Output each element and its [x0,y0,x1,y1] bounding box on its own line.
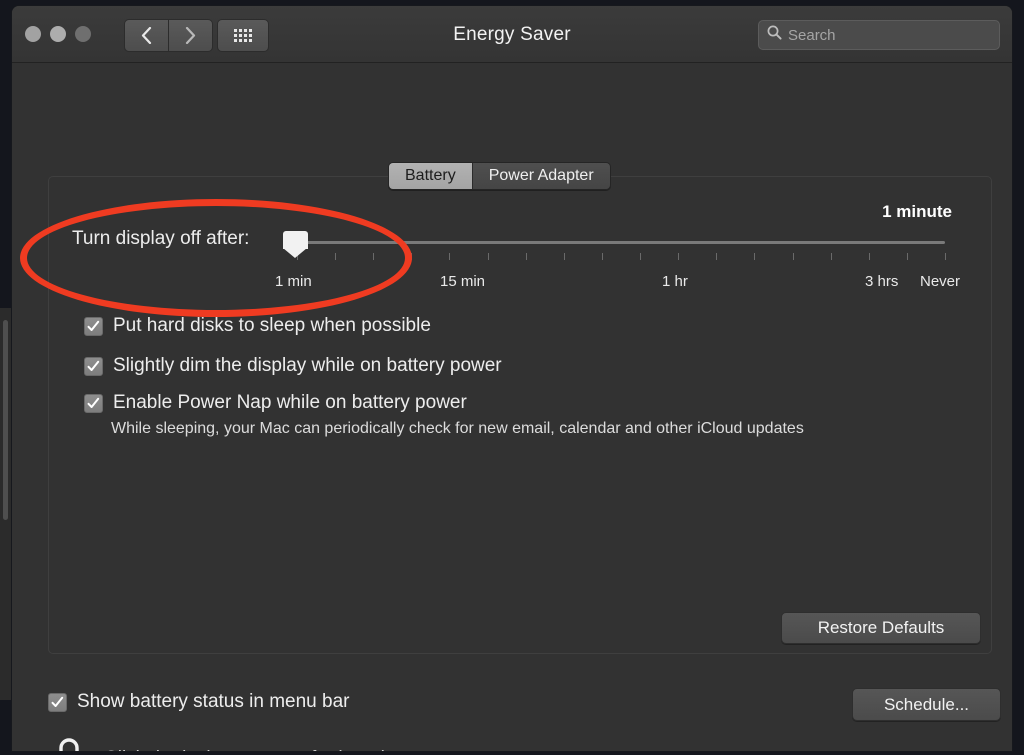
slider-label: Turn display off after: [72,228,250,249]
preference-pane-content: Battery Power Adapter Turn display off a… [12,63,1012,751]
display-sleep-slider-thumb[interactable] [283,231,308,259]
slider-tick [488,253,489,260]
checkbox-row-battery-status[interactable]: Show battery status in menu bar [48,691,349,713]
slider-tick [335,253,336,260]
checkbox-row-dim-display[interactable]: Slightly dim the display while on batter… [84,355,502,377]
slider-tick [869,253,870,260]
checkmark-icon [87,320,100,331]
search-icon [767,25,782,45]
slider-tick-label-3hrs: 3 hrs [865,273,899,290]
unlocked-padlock-icon[interactable] [48,735,88,751]
checkbox-label-battery-status-menubar: Show battery status in menu bar [77,691,350,712]
tab-battery[interactable]: Battery [389,163,472,189]
search-field[interactable]: Search [758,20,1000,50]
lock-control[interactable]: Click the lock to prevent further change… [48,735,448,751]
display-sleep-slider-track[interactable] [297,241,945,244]
tab-power-adapter[interactable]: Power Adapter [471,163,610,189]
restore-defaults-button[interactable]: Restore Defaults [781,612,981,644]
slider-tick [907,253,908,260]
slider-tick-marks [297,253,946,261]
slider-tick [831,253,832,260]
checkbox-battery-status-menubar[interactable] [48,692,67,712]
checkbox-label-hard-disk-sleep: Put hard disks to sleep when possible [113,315,431,336]
slider-value-readout: 1 minute [882,202,952,221]
slider-tick [754,253,755,260]
slider-tick [793,253,794,260]
checkbox-label-dim-display: Slightly dim the display while on batter… [113,355,502,376]
window-titlebar: Energy Saver Search [12,6,1012,63]
checkbox-dim-display[interactable] [84,356,103,376]
schedule-button[interactable]: Schedule... [852,688,1001,721]
checkbox-hard-disk-sleep[interactable] [84,316,103,336]
slider-tick [602,253,603,260]
slider-tick [411,253,412,260]
checkbox-label-power-nap: Enable Power Nap while on battery power [113,392,467,413]
power-nap-description: While sleeping, your Mac can periodicall… [111,420,804,437]
lock-instruction-text: Click the lock to prevent further change… [104,748,448,751]
desktop-background: Energy Saver Search Battery Power Adapte… [0,0,1024,755]
checkmark-icon [87,397,100,408]
tab-bar: Battery Power Adapter [388,162,611,190]
checkbox-row-power-nap[interactable]: Enable Power Nap while on battery power [84,392,467,414]
search-input[interactable]: Search [788,27,836,44]
slider-tick-label-1min: 1 min [275,273,312,290]
slider-tick [449,253,450,260]
background-window-scrollbar[interactable] [3,320,8,520]
slider-tick [945,253,946,260]
slider-tick [640,253,641,260]
slider-tick [526,253,527,260]
slider-tick [716,253,717,260]
slider-tick [678,253,679,260]
slider-tick [564,253,565,260]
slider-tick-label-15min: 15 min [440,273,486,290]
checkmark-icon [87,360,100,371]
checkbox-row-hard-disk-sleep[interactable]: Put hard disks to sleep when possible [84,315,431,337]
energy-saver-window: Energy Saver Search Battery Power Adapte… [12,6,1012,751]
slider-tick-label-never: Never [920,273,961,290]
slider-tick [373,253,374,260]
checkmark-icon [51,696,64,707]
slider-tick-label-1hr: 1 hr [662,273,688,290]
checkbox-power-nap[interactable] [84,393,103,413]
